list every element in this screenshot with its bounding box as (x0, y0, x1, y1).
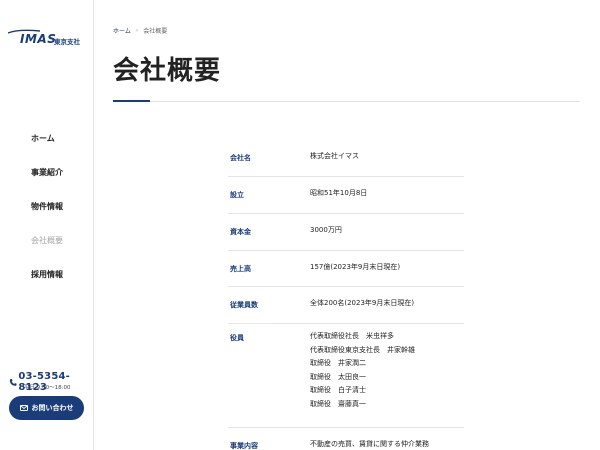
business-hours: 平日 9:00〜18:00 (24, 385, 71, 391)
info-row: 会社名 株式会社イマス (228, 140, 464, 177)
info-value: 代表取締役社長 米虫祥多代表取締役東京支社長 井家幹雄 取締役 井家潤二 取締役 太… (310, 330, 415, 411)
info-label: 会社名 (230, 154, 251, 162)
mail-icon (19, 405, 28, 411)
contact-button[interactable]: お問い合わせ (9, 396, 84, 420)
info-row: 役員 代表取締役社長 米虫祥多代表取締役東京支社長 井家幹雄 取締役 井家潤二 取締役… (228, 324, 464, 428)
logo-branch: 東京支社 (54, 38, 80, 46)
info-row: 売上高 157億(2023年9月末日現在) (228, 251, 464, 287)
info-value-line: 全体200名(2023年9月末日現在) (310, 299, 415, 307)
info-value-line: 取締役 白子清士 (310, 386, 366, 394)
sidebar-item-label: 採用情報 (31, 270, 63, 279)
title-divider (113, 101, 580, 102)
info-value-line: 157億(2023年9月末日現在) (310, 263, 401, 271)
info-row: 事業内容 不動産の売買、賃貸に関する仲介業務 (228, 428, 464, 450)
sidebar-item-label: 事業紹介 (31, 168, 63, 177)
breadcrumb: ホーム › 会社概要 (113, 26, 167, 35)
sidebar: IMAS 東京支社 ホーム 事業紹介 物件情報 会社概要 採用情報 03-535… (0, 0, 94, 450)
info-value-line: 取締役 太田良一 (310, 372, 366, 381)
info-label: 従業員数 (230, 301, 258, 309)
info-value: 3000万円 (310, 224, 342, 238)
info-value-line: 代表取締役社長 米虫祥多 (310, 332, 394, 340)
company-info-table: 会社名 株式会社イマス設立 昭和51年10月8日資本金 3000万円売上高 157億(2… (228, 140, 464, 450)
info-value-line: 不動産の売買、賃貸に関する仲介業務 (310, 440, 429, 448)
breadcrumb-current: 会社概要 (143, 28, 168, 35)
sidebar-item-company[interactable]: 会社概要 (31, 235, 63, 269)
info-value-line: 3000万円 (310, 226, 342, 234)
sidebar-item-label: 物件情報 (31, 202, 63, 211)
breadcrumb-home[interactable]: ホーム (113, 26, 131, 35)
info-row: 設立 昭和51年10月8日 (228, 177, 464, 214)
info-value: 不動産の売買、賃貸に関する仲介業務 (310, 438, 429, 450)
sidebar-item-recruit[interactable]: 採用情報 (31, 269, 63, 303)
sidebar-item-label: 会社概要 (31, 236, 63, 245)
info-value-line: 昭和51年10月8日 (310, 189, 368, 197)
info-label: 役員 (230, 334, 244, 342)
info-label: 売上高 (230, 265, 251, 273)
page-title: 会社概要 (113, 56, 222, 86)
info-label: 事業内容 (230, 442, 258, 450)
info-value: 全体200名(2023年9月末日現在) (310, 297, 414, 311)
info-value-line: 株式会社イマス (310, 152, 359, 160)
logo-text: IMAS (20, 32, 57, 46)
info-value-line: 代表取締役東京支社長 井家幹雄 (310, 345, 415, 354)
sidebar-item-home[interactable]: ホーム (31, 133, 63, 167)
phone-icon (9, 378, 17, 386)
contact-button-label: お問い合わせ (31, 404, 74, 412)
info-row: 従業員数 全体200名(2023年9月末日現在) (228, 287, 464, 324)
info-row: 資本金 3000万円 (228, 214, 464, 251)
info-value: 157億(2023年9月末日現在) (310, 261, 400, 275)
sidebar-item-properties[interactable]: 物件情報 (31, 201, 63, 235)
sidebar-item-label: ホーム (31, 134, 55, 143)
sidebar-item-business[interactable]: 事業紹介 (31, 167, 63, 201)
info-value: 株式会社イマス (310, 150, 359, 164)
info-label: 資本金 (230, 228, 251, 236)
info-value: 昭和51年10月8日 (310, 187, 367, 201)
info-value-line: 取締役 齋藤真一 (310, 399, 366, 408)
company-logo[interactable]: IMAS 東京支社 (8, 27, 88, 49)
info-value-line: 取締役 井家潤二 (310, 359, 366, 367)
title-accent-bar (113, 100, 150, 102)
info-label: 設立 (230, 191, 244, 199)
breadcrumb-separator: › (135, 27, 139, 34)
sidebar-nav: ホーム 事業紹介 物件情報 会社概要 採用情報 (31, 133, 63, 303)
